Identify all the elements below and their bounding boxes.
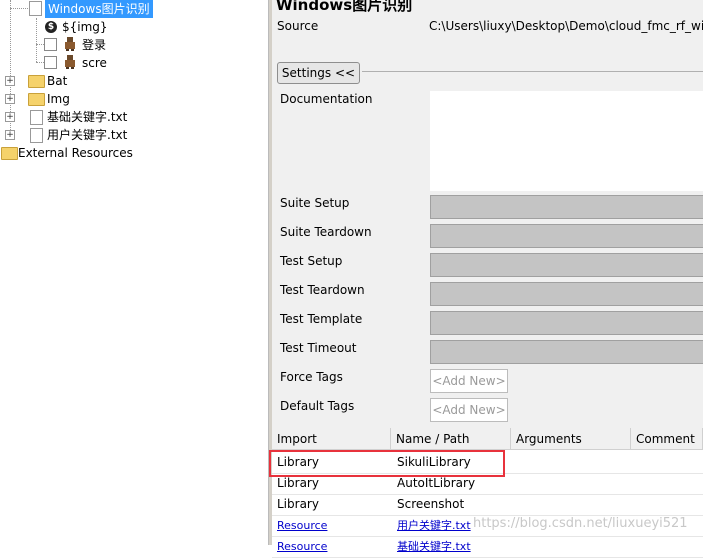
resource-file-icon bbox=[30, 128, 43, 143]
suite-editor-panel: Windows图片识别 Source C:\Users\liuxy\Deskto… bbox=[269, 0, 703, 558]
suite-teardown-label: Suite Teardown bbox=[280, 225, 372, 239]
tree-item-test-scre[interactable]: scre bbox=[82, 54, 107, 72]
source-label: Source bbox=[277, 19, 319, 33]
folder-icon bbox=[28, 75, 45, 88]
resource-file-icon bbox=[30, 110, 43, 125]
tree-guide-line bbox=[36, 62, 44, 63]
suite-setup-label: Suite Setup bbox=[280, 196, 350, 210]
watermark: https://blog.csdn.net/liuxueyi521 bbox=[473, 516, 688, 531]
tree-item-basic-keywords[interactable]: 基础关键字.txt bbox=[47, 108, 127, 126]
variable-icon: $ bbox=[45, 21, 57, 33]
tree-item-external-resources[interactable]: External Resources bbox=[18, 144, 133, 162]
tree-item-img[interactable]: Img bbox=[47, 90, 70, 108]
test-timeout-field[interactable] bbox=[430, 340, 703, 364]
highlight-box bbox=[269, 450, 505, 477]
table-row[interactable]: Resource 基础关键字.txt bbox=[272, 536, 703, 558]
expand-icon[interactable]: + bbox=[5, 76, 15, 86]
robot-icon bbox=[65, 55, 75, 69]
import-name-cell[interactable]: Screenshot bbox=[392, 494, 464, 515]
folder-icon bbox=[1, 147, 18, 160]
suite-teardown-field[interactable] bbox=[430, 224, 703, 248]
expand-icon[interactable]: + bbox=[5, 112, 15, 122]
test-setup-label: Test Setup bbox=[280, 254, 343, 268]
import-type-link[interactable]: Resource bbox=[272, 536, 327, 557]
folder-icon bbox=[28, 93, 45, 106]
resource-path-link[interactable]: 用户关键字.txt bbox=[392, 515, 471, 536]
separator bbox=[362, 71, 703, 72]
tree-item-variable-img[interactable]: ${img} bbox=[62, 18, 108, 36]
robot-icon bbox=[65, 37, 75, 51]
test-template-label: Test Template bbox=[280, 312, 363, 326]
column-header-import[interactable]: Import bbox=[272, 428, 391, 450]
column-header-arguments[interactable]: Arguments bbox=[511, 428, 631, 450]
tree-item-test-login[interactable]: 登录 bbox=[82, 36, 106, 54]
default-tags-label: Default Tags bbox=[280, 399, 355, 413]
settings-toggle-button[interactable]: Settings << bbox=[277, 62, 360, 84]
expand-icon[interactable]: + bbox=[5, 130, 15, 140]
default-tags-add-new[interactable]: <Add New> bbox=[430, 398, 508, 422]
page-title: Windows图片识别 bbox=[276, 0, 413, 14]
imports-grid: Import Name / Path Arguments Comment Lib… bbox=[269, 428, 703, 558]
force-tags-label: Force Tags bbox=[280, 370, 343, 384]
tree-item-user-keywords[interactable]: 用户关键字.txt bbox=[47, 126, 127, 144]
tree-item-bat[interactable]: Bat bbox=[47, 72, 67, 90]
test-teardown-label: Test Teardown bbox=[280, 283, 365, 297]
test-timeout-label: Test Timeout bbox=[280, 341, 357, 355]
test-checkbox[interactable] bbox=[44, 56, 57, 69]
test-checkbox[interactable] bbox=[44, 38, 57, 51]
tree-item-windows-suite[interactable]: Windows图片识别 bbox=[45, 0, 153, 18]
documentation-label: Documentation bbox=[280, 92, 373, 106]
import-type-link[interactable]: Resource bbox=[272, 515, 327, 536]
test-setup-field[interactable] bbox=[430, 253, 703, 277]
source-path: C:\Users\liuxy\Desktop\Demo\cloud_fmc_rf… bbox=[429, 19, 703, 33]
import-type-cell[interactable]: Library bbox=[272, 494, 319, 515]
resource-path-link[interactable]: 基础关键字.txt bbox=[392, 536, 471, 557]
tree-guide-line bbox=[10, 8, 28, 9]
test-teardown-field[interactable] bbox=[430, 282, 703, 306]
column-header-name-path[interactable]: Name / Path bbox=[391, 428, 511, 450]
column-header-comment[interactable]: Comment bbox=[631, 428, 703, 450]
file-icon bbox=[29, 1, 42, 16]
table-row[interactable]: Library Screenshot bbox=[272, 494, 703, 516]
tree-guide-line bbox=[36, 44, 44, 45]
suite-tree: Windows图片识别 $ ${img} 登录 scre + Bat + Img… bbox=[0, 0, 268, 545]
tree-guide-line bbox=[10, 0, 11, 8]
force-tags-add-new[interactable]: <Add New> bbox=[430, 369, 508, 393]
documentation-editor[interactable] bbox=[430, 91, 703, 191]
tree-guide-line bbox=[36, 18, 37, 62]
suite-setup-field[interactable] bbox=[430, 195, 703, 219]
expand-icon[interactable]: + bbox=[5, 94, 15, 104]
test-template-field[interactable] bbox=[430, 311, 703, 335]
